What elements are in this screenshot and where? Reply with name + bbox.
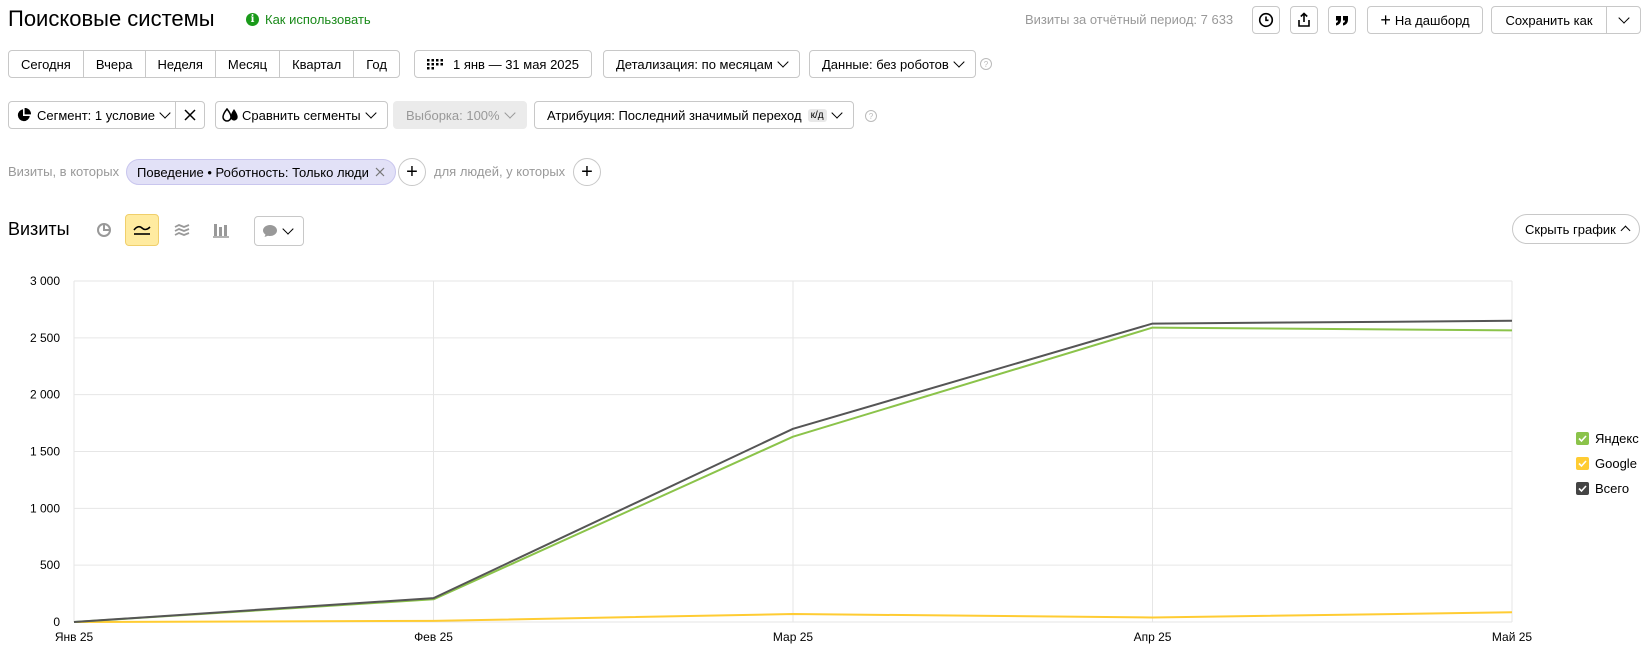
- legend-label: Яндекс: [1595, 431, 1639, 446]
- plus-icon: +: [406, 160, 418, 183]
- y-tick-label: 1 500: [30, 445, 60, 459]
- chevron-down-icon: [777, 56, 789, 68]
- clock-icon: [1258, 12, 1274, 28]
- attribution-label: Атрибуция: Последний значимый переход: [547, 107, 802, 123]
- date-range-button[interactable]: 1 янв — 31 мая 2025: [414, 50, 593, 78]
- x-tick-label: Май 25: [1492, 630, 1533, 644]
- attribution-dropdown[interactable]: Атрибуция: Последний значимый переход к/…: [534, 101, 854, 129]
- visits-total: Визиты за отчётный период: 7 633: [1025, 12, 1234, 27]
- data-filter-dropdown[interactable]: Данные: без роботов: [809, 50, 976, 78]
- pie-chart-icon: [97, 223, 111, 237]
- comment-icon: [263, 225, 277, 237]
- bar-chart-icon: [213, 224, 229, 238]
- plus-icon: +: [581, 160, 593, 183]
- info-icon: i: [246, 13, 259, 26]
- chevron-down-icon: [159, 107, 171, 119]
- legend-item-google[interactable]: Google: [1576, 456, 1637, 471]
- people-condition-label: для людей, у которых: [434, 164, 566, 179]
- quote-icon: [1336, 16, 1348, 26]
- to-dashboard-label: На дашборд: [1394, 12, 1470, 28]
- y-tick-label: 2 500: [30, 331, 60, 345]
- view-pie-button[interactable]: [87, 214, 121, 246]
- close-icon[interactable]: [375, 167, 385, 177]
- view-area-button[interactable]: [165, 214, 199, 246]
- chevron-down-icon: [830, 107, 843, 119]
- export-button[interactable]: [1290, 6, 1318, 34]
- view-bar-button[interactable]: [204, 214, 238, 246]
- filter-chip[interactable]: Поведение • Роботность: Только люди: [126, 159, 396, 185]
- x-tick-label: Янв 25: [55, 630, 94, 644]
- period-yesterday[interactable]: Вчера: [84, 51, 146, 77]
- save-as-label: Сохранить как: [1505, 12, 1593, 28]
- visits-chart: 0 500 1 000 1 500 2 000 2 500 3 000 Янв 25 Фев 2…: [30, 274, 1533, 644]
- y-tick-label: 2 000: [30, 388, 60, 402]
- y-tick-label: 500: [40, 558, 60, 572]
- chart-title: Визиты: [8, 219, 70, 239]
- segment-dropdown[interactable]: Сегмент: 1 условие: [8, 101, 182, 129]
- period-month[interactable]: Месяц: [216, 51, 281, 77]
- add-visit-condition-button[interactable]: +: [398, 158, 426, 186]
- save-as-dropdown[interactable]: [1606, 7, 1640, 33]
- chevron-down-icon: [953, 56, 965, 68]
- compare-segments-label: Сравнить сегменты: [242, 107, 361, 123]
- line-chart-icon: [133, 225, 151, 235]
- hide-chart-button[interactable]: Скрыть график: [1512, 214, 1640, 244]
- x-tick-label: Фев 25: [414, 630, 453, 644]
- drops-icon: [222, 108, 238, 122]
- visits-condition-label: Визиты, в которых: [8, 164, 120, 179]
- sample-label: Выборка: 100%: [406, 107, 500, 123]
- checkbox-checked-icon: [1576, 457, 1589, 470]
- compare-segments-dropdown[interactable]: Сравнить сегменты: [215, 101, 388, 129]
- view-line-button[interactable]: [125, 214, 159, 246]
- annotations-dropdown[interactable]: [254, 216, 304, 246]
- help-icon[interactable]: ?: [865, 110, 877, 122]
- chevron-down-icon: [1617, 12, 1630, 24]
- data-filter-label: Данные: без роботов: [822, 56, 949, 72]
- period-selector: Сегодня Вчера Неделя Месяц Квартал Год: [8, 50, 400, 78]
- checkbox-checked-icon: [1576, 432, 1589, 445]
- y-tick-label: 1 000: [30, 501, 60, 515]
- share-icon: [1298, 12, 1310, 27]
- page-title: Поисковые системы: [8, 6, 215, 31]
- period-year[interactable]: Год: [354, 51, 399, 77]
- x-tick-label: Апр 25: [1134, 630, 1172, 644]
- hide-chart-label: Скрыть график: [1525, 221, 1616, 237]
- period-today[interactable]: Сегодня: [9, 51, 84, 77]
- legend-label: Google: [1595, 456, 1637, 471]
- y-tick-label: 0: [53, 615, 60, 629]
- chevron-down-icon: [503, 107, 516, 119]
- area-chart-icon: [174, 224, 190, 236]
- close-icon: [184, 109, 196, 121]
- legend-item-yandex[interactable]: Яндекс: [1576, 431, 1639, 446]
- plus-icon: +: [1380, 9, 1391, 30]
- detail-label: Детализация: по месяцам: [616, 56, 773, 72]
- to-dashboard-button[interactable]: + На дашборд: [1367, 6, 1483, 34]
- y-tick-label: 3 000: [30, 274, 60, 288]
- calendar-icon: [427, 59, 443, 70]
- legend-label: Всего: [1595, 481, 1630, 496]
- clear-segment-button[interactable]: [175, 101, 205, 129]
- sample-dropdown[interactable]: Выборка: 100%: [393, 101, 527, 129]
- chevron-up-icon: [1620, 225, 1631, 236]
- detail-dropdown[interactable]: Детализация: по месяцам: [603, 50, 800, 78]
- add-people-condition-button[interactable]: +: [573, 158, 601, 186]
- pie-chart-icon: [17, 108, 31, 122]
- chevron-down-icon: [364, 107, 377, 119]
- date-range-label: 1 янв — 31 мая 2025: [453, 56, 580, 72]
- howto-label: Как использовать: [265, 12, 371, 27]
- save-as-button[interactable]: Сохранить как: [1491, 6, 1641, 34]
- checkbox-checked-icon: [1576, 482, 1589, 495]
- quote-button[interactable]: [1328, 6, 1356, 34]
- x-tick-label: Мар 25: [773, 630, 813, 644]
- chevron-down-icon: [282, 223, 294, 235]
- history-button[interactable]: [1252, 6, 1280, 34]
- segment-label: Сегмент: 1 условие: [37, 107, 155, 123]
- period-week[interactable]: Неделя: [146, 51, 216, 77]
- attribution-badge: к/д: [807, 108, 827, 122]
- legend-item-total[interactable]: Всего: [1576, 481, 1629, 496]
- help-icon[interactable]: ?: [980, 58, 992, 70]
- filter-chip-label: Поведение • Роботность: Только люди: [137, 164, 369, 180]
- period-quarter[interactable]: Квартал: [280, 51, 355, 77]
- howto-link[interactable]: i Как использовать: [246, 12, 371, 27]
